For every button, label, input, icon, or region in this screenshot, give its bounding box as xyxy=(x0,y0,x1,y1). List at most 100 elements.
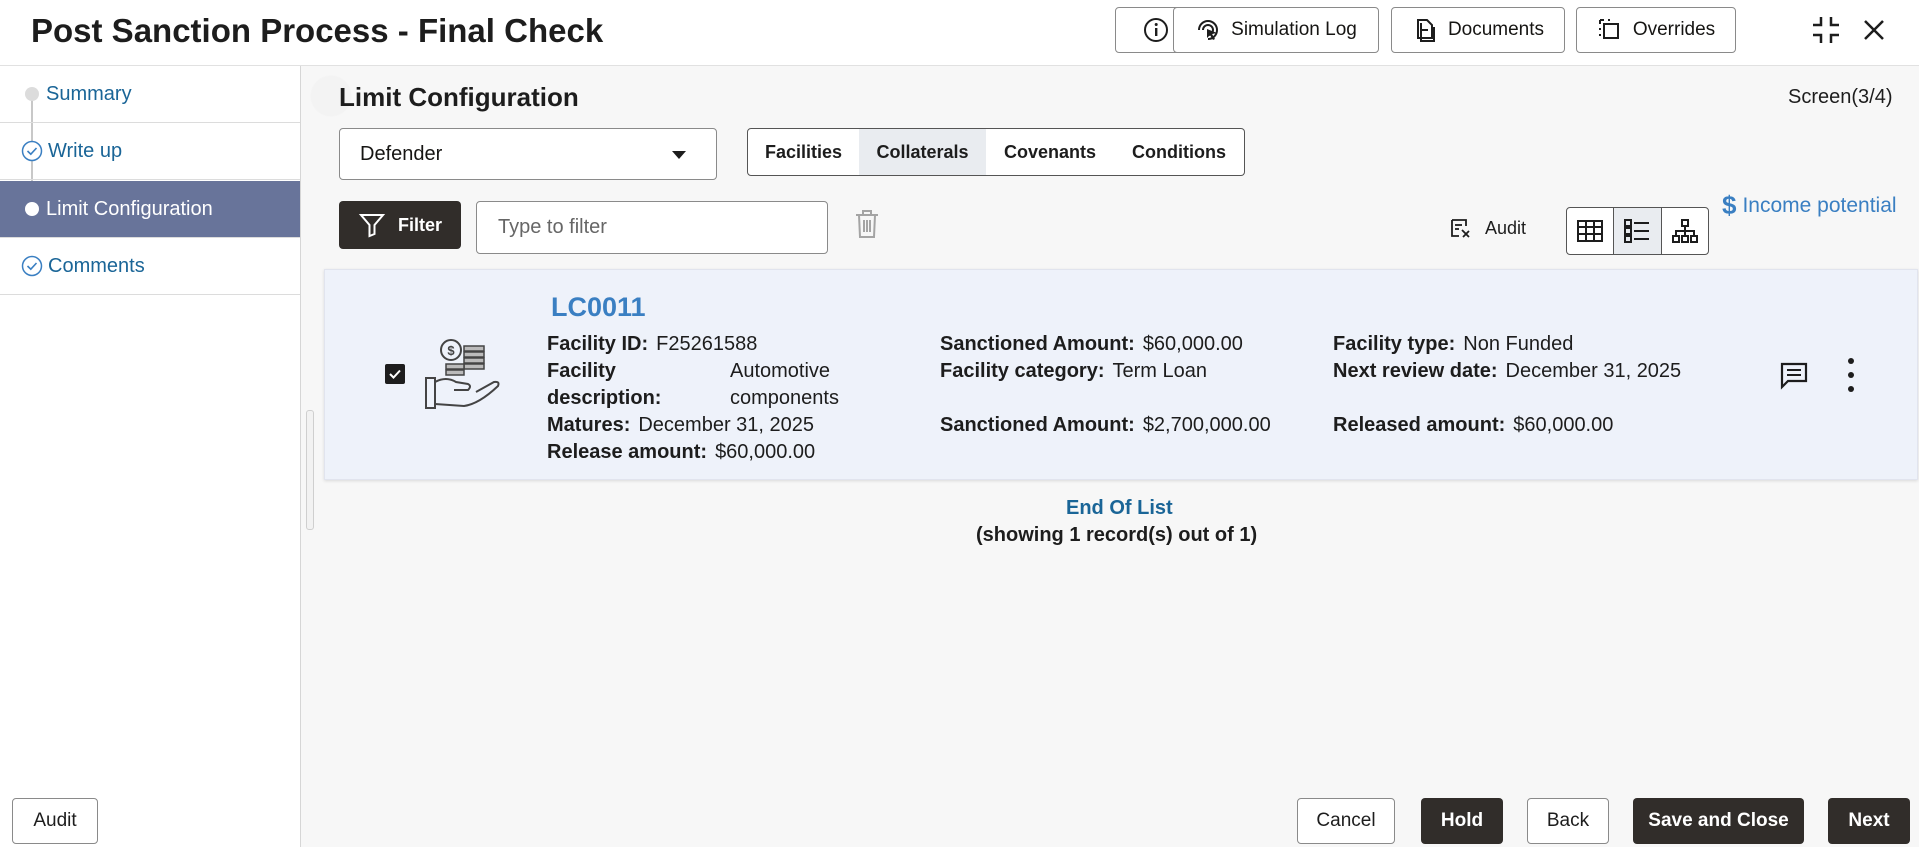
released-amount: Released amount: $60,000.00 xyxy=(1333,414,1613,437)
end-of-list: End Of List xyxy=(1066,497,1173,519)
sidebar-item-label: Summary xyxy=(46,82,132,105)
caret-down-icon xyxy=(672,151,686,159)
tab-label: Facilities xyxy=(764,141,843,162)
record-count: (showing 1 record(s) out of 1) xyxy=(976,524,1258,546)
more-options-icon[interactable] xyxy=(1846,358,1856,392)
field-label: Facility category: xyxy=(940,360,1105,382)
facility-desc-label-1: Facility xyxy=(547,360,616,382)
close-button[interactable] xyxy=(1856,12,1892,48)
field-label: Facility ID: xyxy=(547,333,649,355)
field-label: Facility type: xyxy=(1333,333,1456,355)
screen-count: Screen(3/4) xyxy=(1788,86,1893,108)
field-label: Released amount: xyxy=(1333,414,1506,436)
list-view-button[interactable] xyxy=(1614,208,1662,254)
field-value: December 31, 2025 xyxy=(1505,360,1682,382)
income-potential-link[interactable]: $ Income potential xyxy=(1722,190,1897,221)
facility-category: Facility category: Term Loan xyxy=(940,360,1207,383)
overrides-label: Overrides xyxy=(1632,19,1716,40)
sidebar-item-comments[interactable]: Comments xyxy=(0,238,300,295)
sidebar-item-label: Write up xyxy=(48,139,123,162)
cancel-button[interactable]: Cancel xyxy=(1297,798,1395,844)
sidebar-item-label: Limit Configuration xyxy=(46,197,213,220)
field-value: $60,000.00 xyxy=(1142,333,1243,355)
close-icon xyxy=(1864,20,1884,40)
simulation-log-label: Simulation Log xyxy=(1231,19,1357,40)
release-amount: Release amount: $60,000.00 xyxy=(547,441,815,464)
hierarchy-view-button[interactable] xyxy=(1662,208,1708,254)
party-select[interactable]: Defender xyxy=(339,128,717,180)
facility-desc-value-1: Automotive xyxy=(730,360,831,382)
field-value: $60,000.00 xyxy=(715,441,816,463)
tab-facilities[interactable]: Facilities xyxy=(747,128,860,176)
sanctioned-amount-2: Sanctioned Amount: $2,700,000.00 xyxy=(940,414,1271,437)
table-view-button[interactable] xyxy=(1567,208,1615,254)
matures: Matures: December 31, 2025 xyxy=(547,414,814,437)
documents-button[interactable]: Documents xyxy=(1391,7,1565,53)
facility-desc-value-2: components xyxy=(730,387,839,409)
sidebar-item-write-up[interactable]: Write up xyxy=(0,123,300,180)
check-circle-icon xyxy=(21,140,43,162)
tab-covenants[interactable]: Covenants xyxy=(986,128,1115,176)
field-label: Sanctioned Amount: xyxy=(940,333,1135,355)
dollar-icon: $ xyxy=(1722,190,1737,220)
audit-label: Audit xyxy=(1485,217,1527,238)
party-select-value: Defender xyxy=(360,142,443,165)
field-value: December 31, 2025 xyxy=(638,414,815,436)
next-review-date: Next review date: December 31, 2025 xyxy=(1333,360,1681,383)
documents-label: Documents xyxy=(1447,19,1545,40)
cursor-click-icon xyxy=(1198,20,1219,40)
hold-button[interactable]: Hold xyxy=(1421,798,1503,844)
field-value: Term Loan xyxy=(1112,360,1208,382)
tab-label: Covenants xyxy=(1003,141,1097,162)
page-title: Post Sanction Process - Final Check xyxy=(31,12,604,49)
save-and-close-button[interactable]: Save and Close xyxy=(1633,798,1804,844)
sanctioned-amount: Sanctioned Amount: $60,000.00 xyxy=(940,333,1243,356)
field-label: Matures: xyxy=(547,414,631,436)
view-switcher xyxy=(1566,207,1709,255)
income-potential-label: Income potential xyxy=(1742,193,1897,217)
info-icon xyxy=(1144,18,1168,42)
check-icon xyxy=(389,369,401,379)
list-icon xyxy=(1624,219,1650,243)
next-button[interactable]: Next xyxy=(1828,798,1910,844)
facility-type: Facility type: Non Funded xyxy=(1333,333,1573,356)
facility-checkbox[interactable] xyxy=(385,364,405,384)
back-button[interactable]: Back xyxy=(1527,798,1609,844)
field-label: Sanctioned Amount: xyxy=(940,414,1135,436)
facility-desc-label-2: description: xyxy=(547,387,662,409)
tab-label: Conditions xyxy=(1132,141,1226,162)
navigation-sidebar: Summary Write up Limit Configuration Com… xyxy=(0,66,301,847)
field-value: $2,700,000.00 xyxy=(1142,414,1271,436)
hierarchy-icon xyxy=(1671,219,1698,243)
section-title: Limit Configuration xyxy=(339,82,579,112)
field-value: F25261588 xyxy=(656,333,758,355)
svg-text:$: $ xyxy=(447,343,455,358)
sidebar-item-label: Comments xyxy=(48,254,145,277)
step-dot-icon xyxy=(25,87,39,101)
sidebar-item-summary[interactable]: Summary xyxy=(0,66,300,123)
field-label: Next review date: xyxy=(1333,360,1498,382)
tab-conditions[interactable]: Conditions xyxy=(1114,128,1245,176)
simulation-log-button[interactable]: Simulation Log xyxy=(1173,7,1379,53)
sidebar-item-limit-configuration[interactable]: Limit Configuration xyxy=(0,181,300,238)
tab-collaterals[interactable]: Collaterals xyxy=(859,128,987,176)
filter-button[interactable]: Filter xyxy=(339,201,461,249)
audit-icon xyxy=(1451,219,1470,238)
filter-input[interactable] xyxy=(476,201,828,254)
minimize-button[interactable] xyxy=(1808,12,1844,48)
facility-id: Facility ID: F25261588 xyxy=(547,333,757,356)
scrollbar-handle[interactable] xyxy=(306,410,314,530)
header-bar: Post Sanction Process - Final Check Simu… xyxy=(0,0,1919,66)
facility-title[interactable]: LC0011 xyxy=(551,292,646,323)
field-value: Non Funded xyxy=(1463,333,1574,355)
trash-icon[interactable] xyxy=(852,208,882,240)
check-circle-icon xyxy=(21,255,43,277)
audit-button[interactable]: Audit xyxy=(12,798,98,844)
comment-icon[interactable] xyxy=(1779,360,1809,390)
overrides-button[interactable]: Overrides xyxy=(1576,7,1736,53)
filter-icon xyxy=(358,214,386,238)
money-hand-icon: $ xyxy=(425,339,500,409)
overrides-icon xyxy=(1598,19,1619,39)
collapse-icon xyxy=(1813,17,1839,43)
audit-link[interactable]: Audit xyxy=(1449,217,1526,239)
